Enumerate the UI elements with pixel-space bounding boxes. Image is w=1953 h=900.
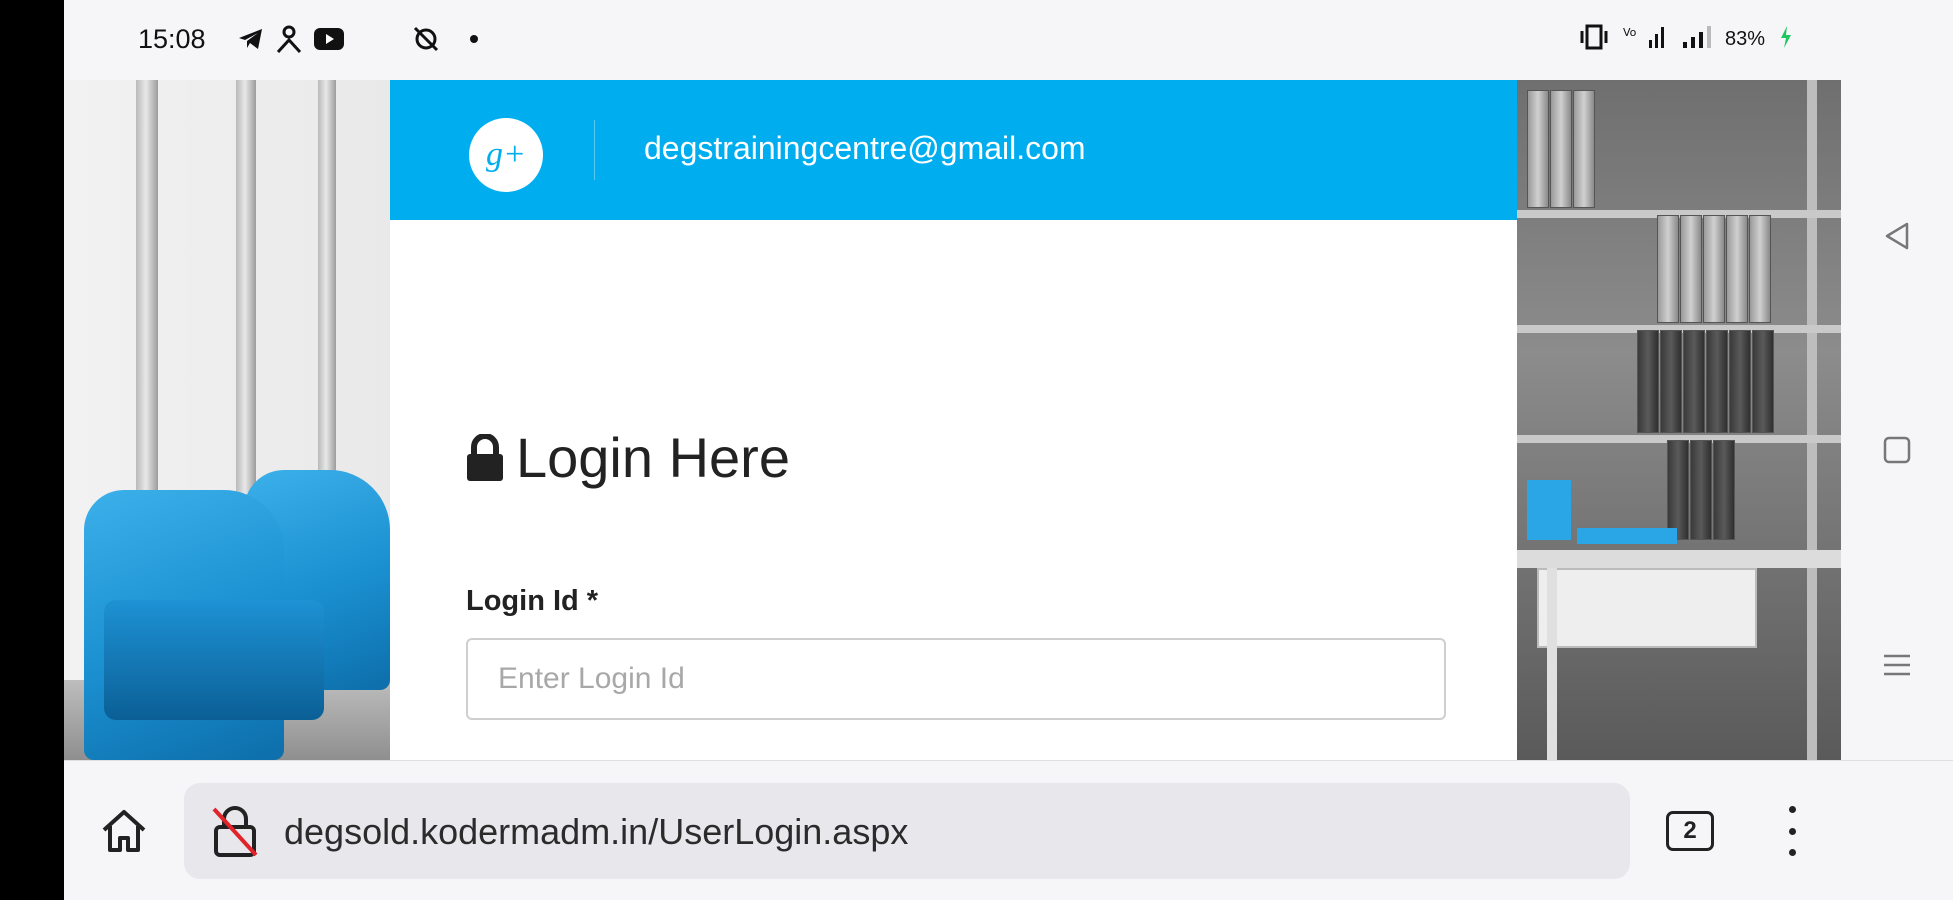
menu-icon[interactable]	[1877, 645, 1917, 685]
login-heading: Login Here	[466, 425, 790, 490]
screen-bezel	[0, 0, 64, 900]
vibrate-icon	[1579, 24, 1609, 55]
url-text[interactable]: degsold.kodermadm.in/UserLogin.aspx	[284, 811, 908, 853]
browser-toolbar: degsold.kodermadm.in/UserLogin.aspx 2	[64, 760, 1953, 900]
status-bar: 15:08 Vo 83%	[64, 0, 1953, 80]
system-nav-bar	[1841, 80, 1953, 760]
google-plus-icon[interactable]: g+	[469, 118, 543, 192]
office-chairs-image	[64, 80, 390, 760]
youtube-icon	[314, 24, 344, 54]
address-bar[interactable]: degsold.kodermadm.in/UserLogin.aspx	[184, 783, 1630, 879]
home-icon[interactable]	[94, 801, 154, 861]
contact-email[interactable]: degstrainingcentre@gmail.com	[644, 130, 1086, 167]
login-id-label: Login Id *	[466, 585, 599, 617]
contact-header: g+ degstrainingcentre@gmail.com	[390, 80, 1517, 220]
person-icon	[276, 24, 302, 54]
svg-text:Vo: Vo	[1623, 26, 1637, 39]
dot-icon	[469, 24, 479, 54]
telegram-icon	[238, 24, 264, 54]
battery-percent: 83%	[1724, 27, 1765, 50]
header-divider	[594, 120, 595, 180]
page-title: Login Here	[516, 426, 790, 489]
status-right: Vo 83%	[1579, 24, 1793, 54]
web-viewport: g+ degstrainingcentre@gmail.com Login He…	[64, 80, 1841, 760]
recents-icon[interactable]	[1877, 430, 1917, 470]
tabs-button[interactable]: 2	[1666, 811, 1714, 851]
office-shelves-image	[1517, 80, 1841, 760]
no-disturb-icon	[412, 24, 440, 54]
lock-icon	[466, 432, 503, 482]
back-icon[interactable]	[1877, 216, 1917, 256]
login-panel: g+ degstrainingcentre@gmail.com Login He…	[390, 80, 1517, 760]
signal-icon	[1681, 24, 1711, 55]
insecure-lock-icon[interactable]	[210, 805, 260, 857]
status-time: 15:08	[138, 24, 206, 54]
more-vertical-icon[interactable]	[1782, 806, 1802, 856]
battery-charging-icon	[1779, 25, 1793, 54]
login-id-input[interactable]	[466, 638, 1446, 720]
wifi-icon: Vo	[1623, 24, 1667, 55]
phone-screen: 15:08 Vo 83% g+ degstrainingcentre@gmail…	[64, 0, 1953, 900]
